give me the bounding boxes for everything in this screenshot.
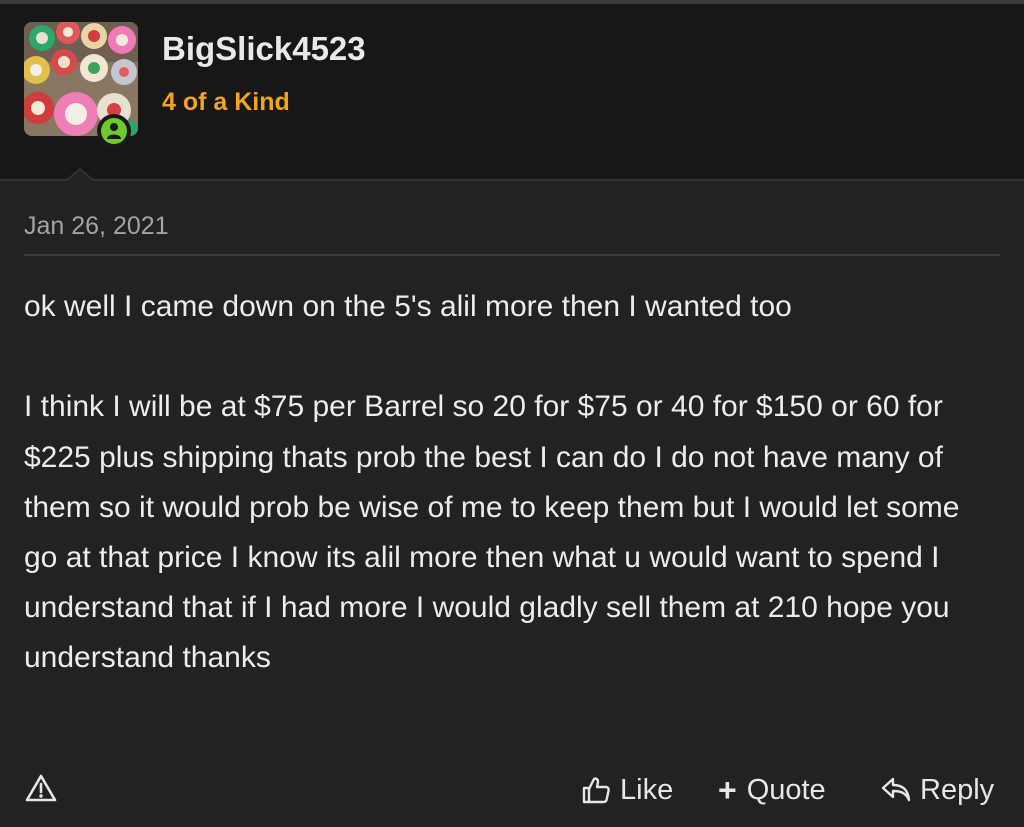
thumbs-up-icon <box>580 774 612 806</box>
post-message: ok well I came down on the 5's alil more… <box>24 290 960 675</box>
post-actions-bar: Like + Quote Reply <box>0 767 1024 813</box>
like-label: Like <box>620 773 674 806</box>
post-container: BigSlick4523 4 of a Kind Jan 26, 2021 ok… <box>0 0 1024 827</box>
like-button[interactable]: Like <box>580 767 673 813</box>
user-title: 4 of a Kind <box>162 88 290 116</box>
quote-label: Quote <box>746 773 826 806</box>
post-date-link[interactable]: Jan 26, 2021 <box>24 212 169 241</box>
plus-icon: + <box>718 772 737 808</box>
warning-triangle-icon <box>25 774 57 802</box>
online-user-icon <box>101 118 127 144</box>
reply-arrow-icon <box>880 775 912 805</box>
online-status-badge <box>97 114 131 148</box>
report-button[interactable] <box>24 771 58 805</box>
user-header: BigSlick4523 4 of a Kind <box>0 4 1024 184</box>
quote-button[interactable]: + Quote <box>718 767 826 813</box>
username-link[interactable]: BigSlick4523 <box>162 30 366 68</box>
reply-button[interactable]: Reply <box>880 767 994 813</box>
post-body: Jan 26, 2021 ok well I came down on the … <box>0 181 1024 827</box>
date-divider <box>24 254 1000 256</box>
reply-label: Reply <box>920 773 995 806</box>
